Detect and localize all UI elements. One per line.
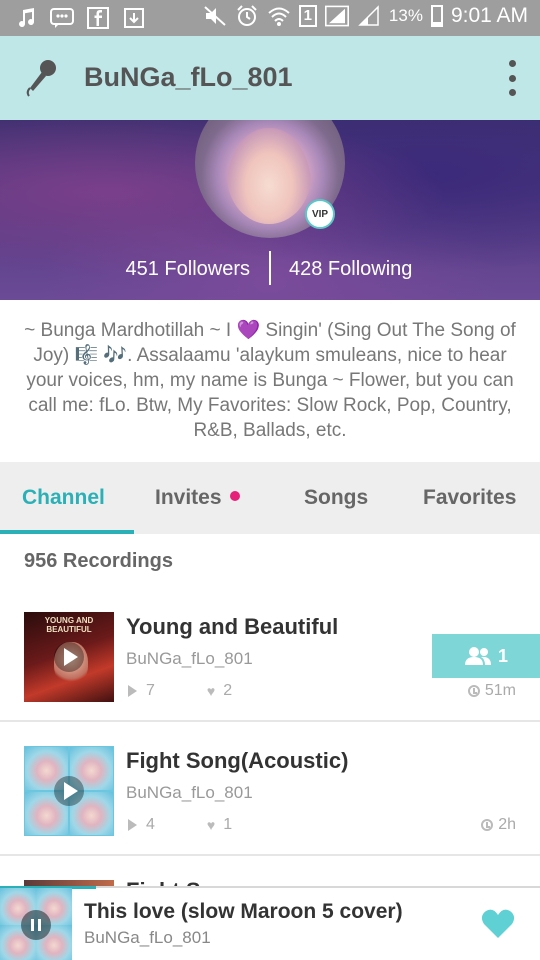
plays-count: 7 xyxy=(146,682,155,699)
play-button[interactable] xyxy=(54,776,84,806)
profile-stats: 451 Followers 428 Following xyxy=(0,248,540,288)
joiners-count: 1 xyxy=(497,645,508,666)
wifi-icon xyxy=(267,4,291,28)
song-cover[interactable] xyxy=(24,746,114,836)
list-item[interactable]: Fight Song(Acoustic) BuNGa_fLo_801 4 ♥ 1… xyxy=(0,720,540,854)
system-status: 1 13% 9:01 AM xyxy=(203,4,528,28)
app-bar: BuNGa_fLo_801 xyxy=(0,36,540,120)
tab-label: Favorites xyxy=(423,486,517,509)
song-age: 2h xyxy=(481,816,516,834)
clock-time: 9:01 AM xyxy=(450,4,528,27)
loves-count: 1 xyxy=(223,816,233,833)
tab-songs[interactable]: Songs xyxy=(304,486,368,510)
song-title[interactable]: Young and Beautiful xyxy=(126,614,338,640)
battery-icon xyxy=(430,5,443,27)
alarm-icon xyxy=(235,4,259,28)
heart-icon: ♥ xyxy=(206,683,216,699)
profile-header: VIP 451 Followers 428 Following xyxy=(0,120,540,300)
tab-label: Invites xyxy=(155,486,222,509)
player-title[interactable]: This love (slow Maroon 5 cover) xyxy=(84,900,403,924)
play-button[interactable] xyxy=(54,642,84,672)
active-tab-indicator xyxy=(0,530,134,534)
music-note-icon xyxy=(14,6,38,30)
clock-icon xyxy=(467,685,480,697)
clock-icon xyxy=(481,819,494,831)
tab-label: Channel xyxy=(22,486,105,509)
divider xyxy=(0,854,540,856)
tab-label: Songs xyxy=(304,486,369,509)
signal-icon xyxy=(324,4,349,28)
song-stats: 4 ♥ 1 xyxy=(128,816,232,834)
download-icon xyxy=(122,6,146,30)
song-artist[interactable]: BuNGa_fLo_801 xyxy=(126,783,253,803)
heart-icon[interactable] xyxy=(480,906,516,942)
age-label: 2h xyxy=(498,816,516,833)
group-icon xyxy=(464,647,491,665)
tab-invites[interactable]: Invites xyxy=(155,486,240,510)
battery-percent: 13% xyxy=(388,6,423,25)
followers-count[interactable]: 451 Followers xyxy=(125,258,250,281)
pause-button[interactable] xyxy=(21,910,51,940)
bbm-icon xyxy=(50,6,74,30)
notification-dot xyxy=(229,491,240,502)
song-artist[interactable]: BuNGa_fLo_801 xyxy=(126,649,253,669)
plays-icon xyxy=(128,819,137,831)
profile-tabs: Channel Invites Songs Favorites xyxy=(0,462,540,534)
loves-count: 2 xyxy=(223,682,233,699)
song-title[interactable]: Fight Song(Acoustic) xyxy=(126,748,348,774)
player-artist[interactable]: BuNGa_fLo_801 xyxy=(84,928,211,948)
vip-badge: VIP xyxy=(305,199,335,229)
play-icon xyxy=(64,782,78,800)
age-label: 51m xyxy=(484,682,516,699)
song-cover[interactable]: YOUNG AND BEAUTIFUL xyxy=(24,612,114,702)
notification-icons xyxy=(14,6,146,30)
song-age: 51m xyxy=(467,682,516,700)
plays-count: 4 xyxy=(146,816,155,833)
play-icon xyxy=(64,648,78,666)
player-cover[interactable] xyxy=(0,888,72,960)
heart-icon: ♥ xyxy=(206,817,216,833)
tab-channel[interactable]: Channel xyxy=(22,486,105,510)
cover-text: YOUNG AND BEAUTIFUL xyxy=(44,616,94,634)
signal-weak-icon xyxy=(357,4,381,28)
plays-icon xyxy=(128,685,137,697)
profile-bio: ~ Bunga Mardhotillah ~ I 💜 Singin' (Sing… xyxy=(24,320,516,441)
mute-icon xyxy=(203,4,227,28)
page-title: BuNGa_fLo_801 xyxy=(84,62,293,92)
facebook-icon xyxy=(86,6,110,30)
sim-indicator: 1 xyxy=(298,5,317,27)
overflow-menu-icon[interactable] xyxy=(506,60,518,96)
following-count[interactable]: 428 Following xyxy=(289,258,412,281)
microphone-icon[interactable] xyxy=(24,58,60,98)
join-button[interactable]: 1 xyxy=(432,634,540,678)
pause-icon xyxy=(31,919,34,931)
stats-divider xyxy=(269,251,271,285)
mini-player[interactable]: This love (slow Maroon 5 cover) BuNGa_fL… xyxy=(0,886,540,960)
song-stats: 7 ♥ 2 xyxy=(128,682,232,700)
status-bar: 1 13% 9:01 AM xyxy=(0,0,540,36)
tab-favorites[interactable]: Favorites xyxy=(423,486,516,510)
recordings-count: 956 Recordings xyxy=(24,550,173,572)
